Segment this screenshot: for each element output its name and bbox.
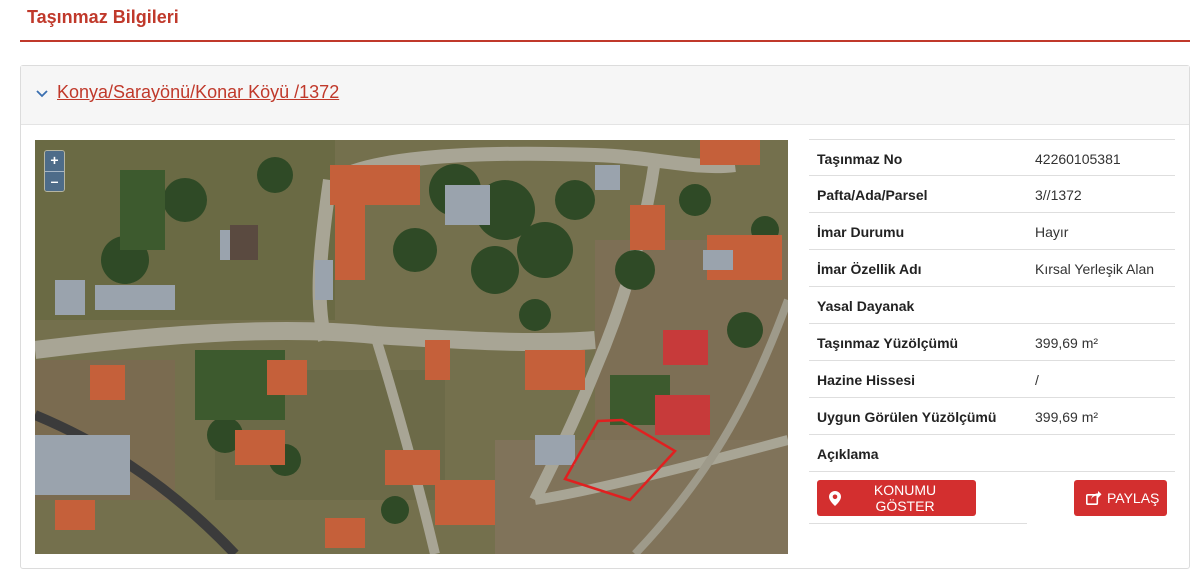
table-row: İmar Durumu Hayır (809, 213, 1175, 250)
show-location-button[interactable]: KONUMU GÖSTER (817, 480, 976, 516)
detail-label: Pafta/Ada/Parsel (817, 187, 928, 203)
table-row: Açıklama (809, 435, 1175, 472)
detail-label: İmar Durumu (817, 224, 905, 240)
chevron-down-icon[interactable] (35, 86, 49, 100)
detail-value: 3//1372 (1035, 187, 1082, 203)
detail-label: İmar Özellik Adı (817, 261, 922, 277)
table-row: Taşınmaz No 42260105381 (809, 139, 1175, 176)
parcel-card: Konya/Sarayönü/Konar Köyü /1372 + – Taşı… (20, 65, 1190, 569)
detail-value: / (1035, 372, 1039, 388)
zoom-in-button[interactable]: + (45, 151, 64, 171)
satellite-map[interactable]: + – (35, 140, 788, 554)
table-row: Taşınmaz Yüzölçümü 399,69 m² (809, 324, 1175, 361)
table-row: Uygun Görülen Yüzölçümü 399,69 m² (809, 398, 1175, 435)
detail-value: 399,69 m² (1035, 335, 1099, 351)
detail-value: Kırsal Yerleşik Alan (1035, 261, 1155, 277)
detail-label: Açıklama (817, 446, 879, 462)
map-imagery (35, 140, 788, 554)
detail-label: Taşınmaz Yüzölçümü (817, 335, 959, 351)
page-title: Taşınmaz Bilgileri (27, 7, 179, 27)
action-row: KONUMU GÖSTER PAYLAŞ (809, 472, 1175, 524)
map-marker-icon (829, 490, 841, 506)
detail-value: Hayır (1035, 224, 1069, 240)
detail-value: 42260105381 (1035, 151, 1121, 167)
detail-value: 399,69 m² (1035, 409, 1099, 425)
table-row: Hazine Hissesi / (809, 361, 1175, 398)
show-location-label: KONUMU GÖSTER (873, 482, 937, 514)
detail-label: Taşınmaz No (817, 151, 903, 167)
table-row: Yasal Dayanak (809, 287, 1175, 324)
detail-label: Hazine Hissesi (817, 372, 916, 388)
parcel-location-link[interactable]: Konya/Sarayönü/Konar Köyü /1372 (57, 82, 339, 103)
share-button[interactable]: PAYLAŞ (1074, 480, 1167, 516)
share-icon (1086, 491, 1102, 505)
map-zoom-control: + – (44, 150, 65, 192)
table-row: Pafta/Ada/Parsel 3//1372 (809, 176, 1175, 213)
detail-label: Uygun Görülen Yüzölçümü (817, 409, 997, 425)
divider (809, 523, 1027, 524)
page-header: Taşınmaz Bilgileri (20, 0, 1190, 42)
zoom-out-button[interactable]: – (45, 171, 64, 191)
parcel-details-table: Taşınmaz No 42260105381 Pafta/Ada/Parsel 3… (809, 139, 1175, 524)
parcel-card-header[interactable]: Konya/Sarayönü/Konar Köyü /1372 (21, 66, 1189, 125)
detail-label: Yasal Dayanak (817, 298, 915, 314)
share-label: PAYLAŞ (1107, 490, 1160, 506)
table-row: İmar Özellik Adı Kırsal Yerleşik Alan (809, 250, 1175, 287)
